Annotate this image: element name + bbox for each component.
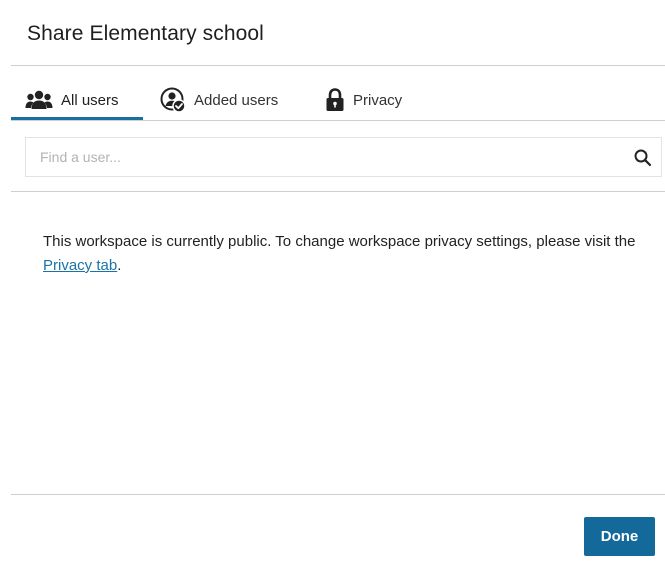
lock-icon [325, 88, 345, 112]
privacy-tab-link[interactable]: Privacy tab [43, 257, 117, 274]
tab-bar: All users Added users Privacy [11, 80, 665, 122]
search-icon[interactable] [633, 148, 653, 168]
message-end: . [117, 257, 122, 274]
tab-added-users-label: Added users [194, 91, 279, 109]
tab-all-users[interactable]: All users [25, 80, 119, 120]
tab-all-users-label: All users [61, 91, 119, 109]
tabs-divider [11, 120, 665, 121]
tab-privacy-label: Privacy [353, 91, 403, 109]
search-box [25, 137, 662, 177]
public-workspace-message: This workspace is currently public. To c… [43, 230, 643, 278]
search-input[interactable] [26, 138, 661, 176]
done-button[interactable]: Done [584, 517, 655, 556]
tab-privacy[interactable]: Privacy [325, 80, 402, 120]
search-divider [11, 191, 665, 192]
footer-divider [11, 494, 665, 495]
users-group-icon [25, 89, 53, 111]
tab-added-users[interactable]: Added users [160, 80, 278, 120]
user-check-icon [160, 87, 186, 113]
share-dialog: Share Elementary school All users Added … [0, 0, 665, 576]
header-divider [11, 65, 665, 66]
dialog-title: Share Elementary school [27, 22, 264, 45]
message-text: This workspace is currently public. To c… [43, 233, 636, 250]
